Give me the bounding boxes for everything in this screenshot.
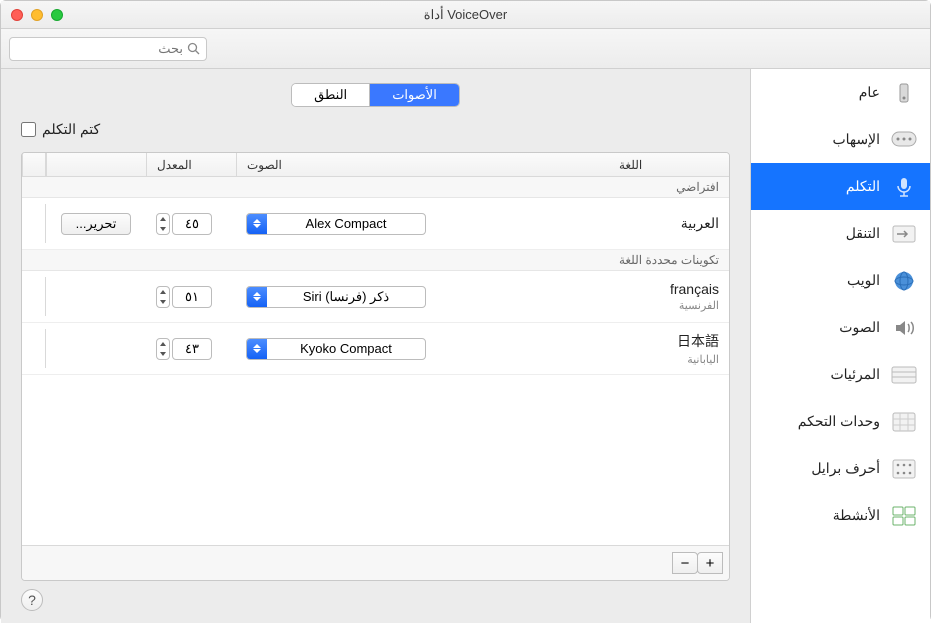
- sound-icon: [890, 317, 918, 339]
- language-name: العربية: [619, 215, 719, 232]
- stepper-buttons[interactable]: [156, 286, 170, 308]
- voice-label: Alex Compact: [267, 216, 425, 231]
- edit-button[interactable]: تحرير...: [61, 213, 132, 235]
- rate-input[interactable]: [172, 213, 212, 235]
- sidebar-item-visuals[interactable]: المرئيات: [751, 351, 930, 398]
- verbosity-icon: [890, 129, 918, 151]
- rate-input[interactable]: [172, 286, 212, 308]
- window-title: أداة VoiceOver: [63, 7, 868, 23]
- sidebar-item-label: وحدات التحكم: [798, 413, 880, 430]
- activities-icon: [890, 505, 918, 527]
- table-row[interactable]: français الفرنسية Siri ذكر (فرنسا): [22, 271, 729, 323]
- mute-speech-label: كتم التكلم: [42, 121, 100, 138]
- sidebar-item-general[interactable]: عام: [751, 69, 930, 116]
- search-input[interactable]: [7, 41, 183, 56]
- table-row[interactable]: 日本語 اليابانية Kyoko Compact: [22, 323, 729, 375]
- mute-speech-checkbox[interactable]: [21, 122, 36, 137]
- sidebar-item-label: المرئيات: [830, 366, 880, 383]
- rate-stepper[interactable]: [156, 213, 212, 235]
- popup-arrows-icon: [247, 287, 267, 307]
- sidebar-item-label: الويب: [847, 272, 880, 289]
- sidebar-item-label: الأنشطة: [833, 507, 880, 524]
- commanders-icon: [890, 411, 918, 433]
- voice-popup[interactable]: Alex Compact: [246, 213, 426, 235]
- sidebar-item-activities[interactable]: الأنشطة: [751, 492, 930, 539]
- sidebar-item-navigation[interactable]: التنقل: [751, 210, 930, 257]
- zoom-button[interactable]: [51, 9, 63, 21]
- popup-arrows-icon: [247, 339, 267, 359]
- search-icon: [187, 42, 200, 55]
- voice-popup[interactable]: Siri ذكر (فرنسا): [246, 286, 426, 308]
- voice-label: Siri ذكر (فرنسا): [267, 289, 425, 305]
- stepper-buttons[interactable]: [156, 338, 170, 360]
- web-icon: [890, 270, 918, 292]
- sidebar-item-label: الصوت: [839, 319, 880, 336]
- rate-input[interactable]: [172, 338, 212, 360]
- general-icon: [890, 82, 918, 104]
- language-name: français: [619, 281, 719, 297]
- add-button[interactable]: +: [697, 552, 723, 574]
- remove-button[interactable]: −: [672, 552, 698, 574]
- navigation-icon: [890, 223, 918, 245]
- search-field[interactable]: [9, 37, 207, 61]
- sidebar-item-web[interactable]: الويب: [751, 257, 930, 304]
- category-sidebar: عام الإسهاب التكلم التنقل الويب الصوت ال…: [750, 69, 930, 623]
- group-language-specific: تكوينات محددة اللغة: [22, 250, 729, 271]
- popup-arrows-icon: [247, 214, 267, 234]
- tab-pronunciation[interactable]: النطق: [292, 84, 370, 106]
- close-button[interactable]: [11, 9, 23, 21]
- sidebar-item-verbosity[interactable]: الإسهاب: [751, 116, 930, 163]
- sidebar-item-label: التكلم: [846, 178, 880, 195]
- sidebar-item-label: التنقل: [846, 225, 880, 242]
- language-name: 日本語: [619, 331, 719, 351]
- sidebar-item-braille[interactable]: أحرف برايل: [751, 445, 930, 492]
- voice-popup[interactable]: Kyoko Compact: [246, 338, 426, 360]
- sidebar-item-speech[interactable]: التكلم: [751, 163, 930, 210]
- minimize-button[interactable]: [31, 9, 43, 21]
- voices-table: اللغة الصوت المعدل افتراضي العربية Alex …: [21, 152, 730, 581]
- rate-stepper[interactable]: [156, 286, 212, 308]
- sidebar-item-label: أحرف برايل: [811, 460, 880, 477]
- rate-stepper[interactable]: [156, 338, 212, 360]
- sidebar-item-label: الإسهاب: [832, 131, 880, 148]
- visuals-icon: [890, 364, 918, 386]
- column-header-rate[interactable]: المعدل: [146, 153, 236, 176]
- sidebar-item-label: عام: [859, 84, 880, 101]
- sidebar-item-commanders[interactable]: وحدات التحكم: [751, 398, 930, 445]
- column-header-language[interactable]: اللغة: [609, 153, 729, 176]
- speech-icon: [890, 176, 918, 198]
- help-button[interactable]: ?: [21, 589, 43, 611]
- tab-segmented-control: الأصوات النطق: [291, 83, 460, 107]
- tab-voices[interactable]: الأصوات: [370, 84, 459, 106]
- stepper-buttons[interactable]: [156, 213, 170, 235]
- table-row[interactable]: العربية Alex Compact تحرير...: [22, 198, 729, 250]
- voice-label: Kyoko Compact: [267, 341, 425, 356]
- sidebar-item-sound[interactable]: الصوت: [751, 304, 930, 351]
- braille-icon: [890, 458, 918, 480]
- column-header-voice[interactable]: الصوت: [236, 153, 609, 176]
- language-name-ar: الفرنسية: [619, 299, 719, 312]
- language-name-ar: اليابانية: [619, 353, 719, 366]
- group-default: افتراضي: [22, 177, 729, 198]
